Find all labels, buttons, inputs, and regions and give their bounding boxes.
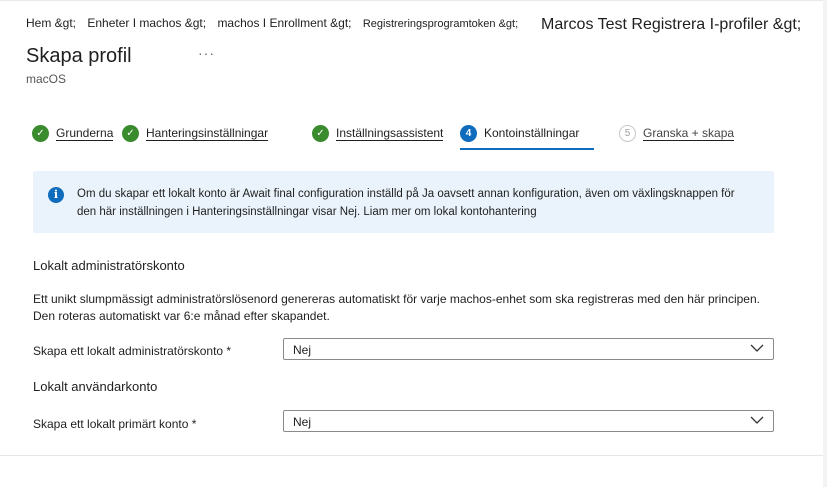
breadcrumb: Hem &gt; Enheter I machos &gt; machos I … <box>26 16 526 30</box>
page-subtitle: macOS <box>26 72 67 86</box>
step-number-badge: 4 <box>460 124 477 142</box>
admin-description-line-2: Den roteras automatiskt var 6:e månad ef… <box>33 309 330 323</box>
step-number-badge: 5 <box>619 124 636 142</box>
step-review-create[interactable]: 5 Granska + skapa <box>619 120 735 146</box>
admin-account-value: Nej <box>293 343 312 357</box>
step-label: Hanteringsinställningar <box>146 125 269 141</box>
info-banner: i Om du skapar ett lokalt konto är Await… <box>33 171 774 233</box>
user-field-label: Skapa ett lokalt primärt konto * <box>33 417 197 431</box>
admin-description-line-1: Ett unikt slumpmässigt administratörslös… <box>33 292 760 306</box>
step-label: Grunderna <box>56 125 114 141</box>
admin-section-heading: Lokalt administratörskonto <box>33 258 185 273</box>
page-title: Skapa profil <box>26 45 132 67</box>
active-step-indicator <box>460 148 594 150</box>
admin-field-label: Skapa ett lokalt administratörskonto * <box>33 344 232 358</box>
step-management-settings[interactable]: ✓ Hanteringsinställningar <box>122 120 269 146</box>
breadcrumb-home[interactable]: Hem &gt; <box>26 16 76 30</box>
chevron-down-icon <box>750 416 764 424</box>
admin-description: Ett unikt slumpmässigt administratörslös… <box>33 291 793 325</box>
step-label: Inställningsassistent <box>336 125 444 141</box>
checkmark-icon: ✓ <box>32 124 49 142</box>
bottom-divider <box>0 455 827 456</box>
wizard-steps: ✓ Grunderna ✓ Hanteringsinställningar ✓ … <box>32 120 792 152</box>
breadcrumb-devices[interactable]: Enheter I machos &gt; <box>87 16 206 30</box>
chevron-down-icon <box>750 344 764 352</box>
primary-account-dropdown[interactable]: Nej <box>283 410 774 432</box>
step-account-settings[interactable]: 4 Kontoinställningar <box>460 120 579 146</box>
info-line-2[interactable]: den här inställningen i Hanteringsinstäl… <box>77 203 760 221</box>
checkmark-icon: ✓ <box>122 124 139 142</box>
checkmark-icon: ✓ <box>312 124 329 142</box>
admin-account-dropdown[interactable]: Nej <box>283 338 774 360</box>
breadcrumb-enrollment[interactable]: machos I Enrollment &gt; <box>217 16 351 30</box>
primary-account-value: Nej <box>293 415 312 429</box>
breadcrumb-tokens[interactable]: Registreringsprogramtoken &gt; <box>363 18 518 30</box>
step-basics[interactable]: ✓ Grunderna <box>32 120 114 146</box>
breadcrumb-profile-tail[interactable]: Marcos Test Registrera I-profiler &gt; <box>541 16 801 34</box>
top-border <box>0 0 827 1</box>
info-line-1: Om du skapar ett lokalt konto är Await f… <box>77 188 735 200</box>
info-icon: i <box>48 187 64 203</box>
step-label: Granska + skapa <box>643 125 735 141</box>
step-setup-assistant[interactable]: ✓ Inställningsassistent <box>312 120 444 146</box>
user-section-heading: Lokalt användarkonto <box>33 379 158 394</box>
more-options-icon[interactable]: ··· <box>198 45 215 61</box>
scrollbar-track[interactable] <box>823 0 827 487</box>
step-label: Kontoinställningar <box>484 126 580 140</box>
